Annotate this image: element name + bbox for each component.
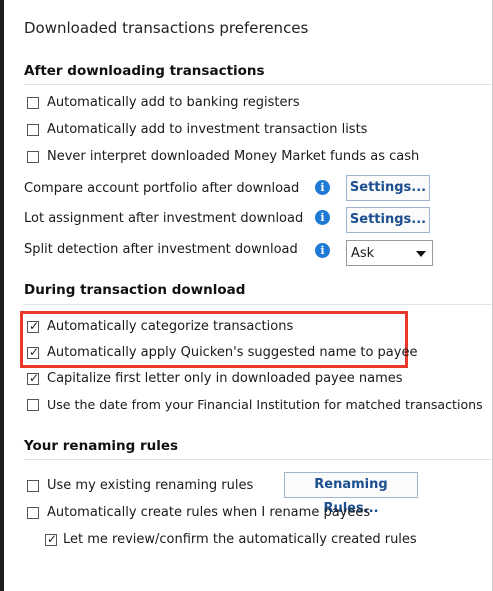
checkbox-add-banking[interactable] [27,97,39,109]
checkbox-suggested-name[interactable]: ✓ [27,345,40,359]
compare-settings-button[interactable]: Settings... [346,175,430,201]
label-compare-portfolio: Compare account portfolio after download [24,181,300,196]
divider [24,304,492,305]
lot-settings-button[interactable]: Settings... [346,207,430,233]
info-icon[interactable]: i [315,243,330,258]
label-use-date: Use the date from your Financial Institu… [47,397,483,412]
label-auto-create: Automatically create rules when I rename… [47,505,371,520]
checkbox-review-rules[interactable]: ✓ [45,532,58,546]
checkbox-never-interpret[interactable] [27,151,39,163]
section-heading-during: During transaction download [24,282,246,298]
preferences-panel: Downloaded transactions preferences Afte… [4,0,493,591]
checkbox-existing-rules[interactable] [27,480,39,492]
checkbox-use-date[interactable] [27,399,39,411]
checkmark-icon: ✓ [29,371,40,385]
divider [24,84,492,85]
label-split-detection: Split detection after investment downloa… [24,242,298,257]
label-capitalize: Capitalize first letter only in download… [47,371,403,386]
label-lot-assignment: Lot assignment after investment download [24,211,304,226]
info-icon[interactable]: i [315,180,330,195]
label-review-rules: Let me review/confirm the automatically … [63,532,417,547]
section-heading-after: After downloading transactions [24,63,265,79]
label-add-investment: Automatically add to investment transact… [47,122,368,137]
info-icon[interactable]: i [315,210,330,225]
label-categorize: Automatically categorize transactions [47,319,294,334]
label-suggested-name: Automatically apply Quicken's suggested … [47,345,418,360]
checkbox-auto-create[interactable] [27,507,39,519]
checkmark-icon: ✓ [29,345,40,359]
renaming-rules-button[interactable]: Renaming Rules... [284,472,418,516]
label-existing-rules: Use my existing renaming rules [47,478,254,493]
checkmark-icon: ✓ [47,532,58,546]
page-title: Downloaded transactions preferences [24,19,309,37]
label-never-interpret: Never interpret downloaded Money Market … [47,149,420,164]
checkbox-capitalize[interactable]: ✓ [27,371,40,385]
divider [24,459,492,460]
split-detection-select[interactable]: Ask [346,240,433,266]
checkbox-add-investment[interactable] [27,124,39,136]
label-add-banking: Automatically add to banking registers [47,95,300,110]
checkmark-icon: ✓ [29,319,40,333]
checkbox-categorize[interactable]: ✓ [27,319,40,333]
chevron-down-icon [416,251,426,257]
split-detection-value: Ask [351,246,375,261]
section-heading-renaming: Your renaming rules [24,438,179,454]
